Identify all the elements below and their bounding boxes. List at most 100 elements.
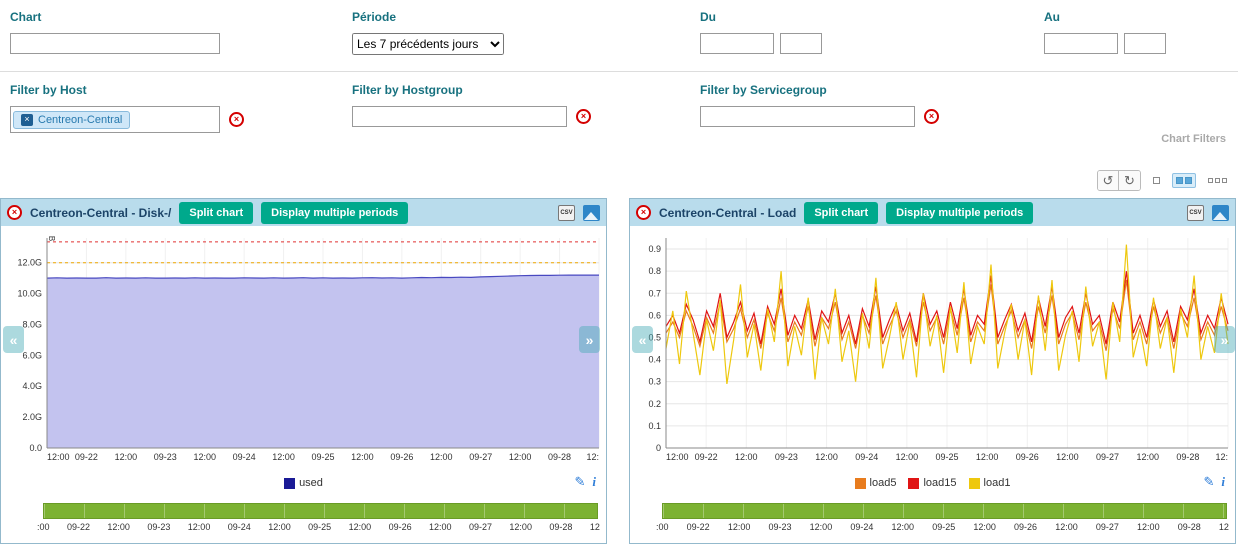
scroll-left-button[interactable]: « bbox=[3, 326, 24, 353]
timeline-tick-label: 12:00 bbox=[1055, 522, 1078, 532]
edit-chart-icon[interactable]: ✎ bbox=[574, 474, 585, 490]
timeline-tick-label: 12:00 bbox=[349, 522, 372, 532]
svg-text:09-28: 09-28 bbox=[1176, 452, 1199, 462]
host-filter-input[interactable]: × Centreon-Central bbox=[10, 106, 220, 133]
au-date-input[interactable] bbox=[1044, 33, 1118, 54]
scroll-right-button[interactable]: » bbox=[1214, 326, 1235, 353]
timeline-tick-label: 12:00 bbox=[810, 522, 833, 532]
csv-icon-label: CSV bbox=[560, 210, 572, 216]
timeline-tick-label: 09-25 bbox=[308, 522, 331, 532]
timeline-selector[interactable] bbox=[662, 503, 1227, 519]
svg-text:12:00: 12:00 bbox=[351, 452, 374, 462]
refresh-charts-icon[interactable]: ↺ bbox=[1098, 171, 1119, 190]
host-chip[interactable]: × Centreon-Central bbox=[13, 111, 130, 129]
svg-text:12:: 12: bbox=[586, 452, 599, 462]
scroll-right-button[interactable]: » bbox=[579, 326, 600, 353]
svg-text:09-22: 09-22 bbox=[75, 452, 98, 462]
svg-text:0.7: 0.7 bbox=[648, 288, 661, 298]
svg-text:2.0G: 2.0G bbox=[22, 412, 42, 422]
layout-three-columns-icon[interactable] bbox=[1205, 175, 1230, 186]
timeline-labels: :0009-2212:0009-2312:0009-2412:0009-2512… bbox=[656, 522, 1229, 532]
chip-remove-icon[interactable]: × bbox=[21, 114, 33, 126]
chart-filter-label: Chart bbox=[10, 10, 220, 24]
chart-view-toolbar: ↺ ↻ bbox=[1097, 170, 1230, 191]
hostgroup-filter-input[interactable] bbox=[352, 106, 567, 127]
timeline-tick-label: 09-28 bbox=[1178, 522, 1201, 532]
svg-text:12:00: 12:00 bbox=[193, 452, 216, 462]
svg-text:0.1: 0.1 bbox=[648, 421, 661, 431]
timeline-tick-label: 12 bbox=[1219, 522, 1229, 532]
timeline-tick-label: 12:00 bbox=[188, 522, 211, 532]
timeline-tick-label: 12:00 bbox=[107, 522, 130, 532]
svg-text:0.9: 0.9 bbox=[648, 244, 661, 254]
servicegroup-filter-input[interactable] bbox=[700, 106, 915, 127]
panel-header: × Centreon-Central - Load Split chart Di… bbox=[630, 199, 1235, 226]
export-image-icon[interactable] bbox=[1212, 205, 1229, 221]
timeline-tick-label: 09-27 bbox=[1096, 522, 1119, 532]
chart-area: B 0.02.0G4.0G6.0G8.0G10.0G12.0G12:0009-2… bbox=[1, 226, 606, 469]
legend-item[interactable]: load15 bbox=[908, 477, 956, 489]
chart-legend: used bbox=[278, 477, 329, 489]
du-time-input[interactable] bbox=[780, 33, 822, 54]
timeline-tick-label: 09-23 bbox=[147, 522, 170, 532]
clear-hostgroup-filter-icon[interactable]: × bbox=[576, 109, 591, 124]
timeline-tick-label: :00 bbox=[656, 522, 669, 532]
timeline-tick-label: 12:00 bbox=[892, 522, 915, 532]
disk-usage-chart[interactable]: 0.02.0G4.0G6.0G8.0G10.0G12.0G12:0009-221… bbox=[3, 230, 603, 464]
du-group: Du bbox=[700, 10, 822, 54]
periode-select[interactable]: Les 7 précédents jours bbox=[352, 33, 504, 55]
host-filter-label: Filter by Host bbox=[10, 83, 244, 97]
display-multiple-periods-button[interactable]: Display multiple periods bbox=[261, 202, 408, 224]
chart-info-icon[interactable]: i bbox=[592, 474, 596, 490]
host-filter-group: Filter by Host × Centreon-Central × bbox=[10, 83, 244, 133]
du-date-input[interactable] bbox=[700, 33, 774, 54]
svg-text:09-23: 09-23 bbox=[154, 452, 177, 462]
layout-two-columns-icon[interactable] bbox=[1172, 173, 1196, 188]
export-csv-icon[interactable]: CSV bbox=[1187, 205, 1204, 221]
split-chart-button[interactable]: Split chart bbox=[179, 202, 253, 224]
hostgroup-filter-group: Filter by Hostgroup × bbox=[352, 83, 591, 127]
export-csv-icon[interactable]: CSV bbox=[558, 205, 575, 221]
svg-text:0.0: 0.0 bbox=[29, 443, 42, 453]
timeline-tick-label: 09-22 bbox=[67, 522, 90, 532]
chart-filter-input[interactable] bbox=[10, 33, 220, 54]
load-chart[interactable]: 00.10.20.30.40.50.60.70.80.912:0009-2212… bbox=[632, 230, 1232, 464]
auto-refresh-icon[interactable]: ↻ bbox=[1119, 171, 1140, 190]
timeline-tick-label: 09-26 bbox=[389, 522, 412, 532]
legend-item[interactable]: load5 bbox=[855, 477, 897, 489]
filter-bar-top: Chart Période Les 7 précédents jours Du … bbox=[0, 0, 1238, 72]
centreon-performance-page: Chart Période Les 7 précédents jours Du … bbox=[0, 0, 1238, 547]
au-group: Au bbox=[1044, 10, 1166, 54]
scroll-left-button[interactable]: « bbox=[632, 326, 653, 353]
chart-info-icon[interactable]: i bbox=[1221, 474, 1225, 490]
au-time-input[interactable] bbox=[1124, 33, 1166, 54]
legend-item[interactable]: used bbox=[284, 477, 323, 489]
host-chip-label: Centreon-Central bbox=[38, 114, 122, 126]
timeline-selector[interactable] bbox=[43, 503, 598, 519]
svg-text:09-27: 09-27 bbox=[1096, 452, 1119, 462]
svg-text:4.0G: 4.0G bbox=[22, 381, 42, 391]
servicegroup-filter-label: Filter by Servicegroup bbox=[700, 83, 939, 97]
svg-text:09-24: 09-24 bbox=[855, 452, 878, 462]
timeline-tick-label: :00 bbox=[37, 522, 50, 532]
split-chart-button[interactable]: Split chart bbox=[804, 202, 878, 224]
legend-item[interactable]: load1 bbox=[969, 477, 1011, 489]
close-chart-icon[interactable]: × bbox=[7, 205, 22, 220]
svg-text:12:00: 12:00 bbox=[115, 452, 138, 462]
svg-text:12:00: 12:00 bbox=[47, 452, 70, 462]
edit-chart-icon[interactable]: ✎ bbox=[1203, 474, 1214, 490]
close-chart-icon[interactable]: × bbox=[636, 205, 651, 220]
clear-servicegroup-filter-icon[interactable]: × bbox=[924, 109, 939, 124]
svg-text:12:00: 12:00 bbox=[976, 452, 999, 462]
timeline-tick-label: 12:00 bbox=[429, 522, 452, 532]
svg-text:12:00: 12:00 bbox=[1056, 452, 1079, 462]
timeline-tick-label: 12:00 bbox=[1137, 522, 1160, 532]
display-multiple-periods-button[interactable]: Display multiple periods bbox=[886, 202, 1033, 224]
timeline-tick-label: 09-23 bbox=[769, 522, 792, 532]
clear-host-filter-icon[interactable]: × bbox=[229, 112, 244, 127]
periode-group: Période Les 7 précédents jours bbox=[352, 10, 504, 55]
layout-one-column-icon[interactable] bbox=[1150, 174, 1163, 187]
du-label: Du bbox=[700, 10, 822, 24]
svg-text:09-22: 09-22 bbox=[695, 452, 718, 462]
export-image-icon[interactable] bbox=[583, 205, 600, 221]
